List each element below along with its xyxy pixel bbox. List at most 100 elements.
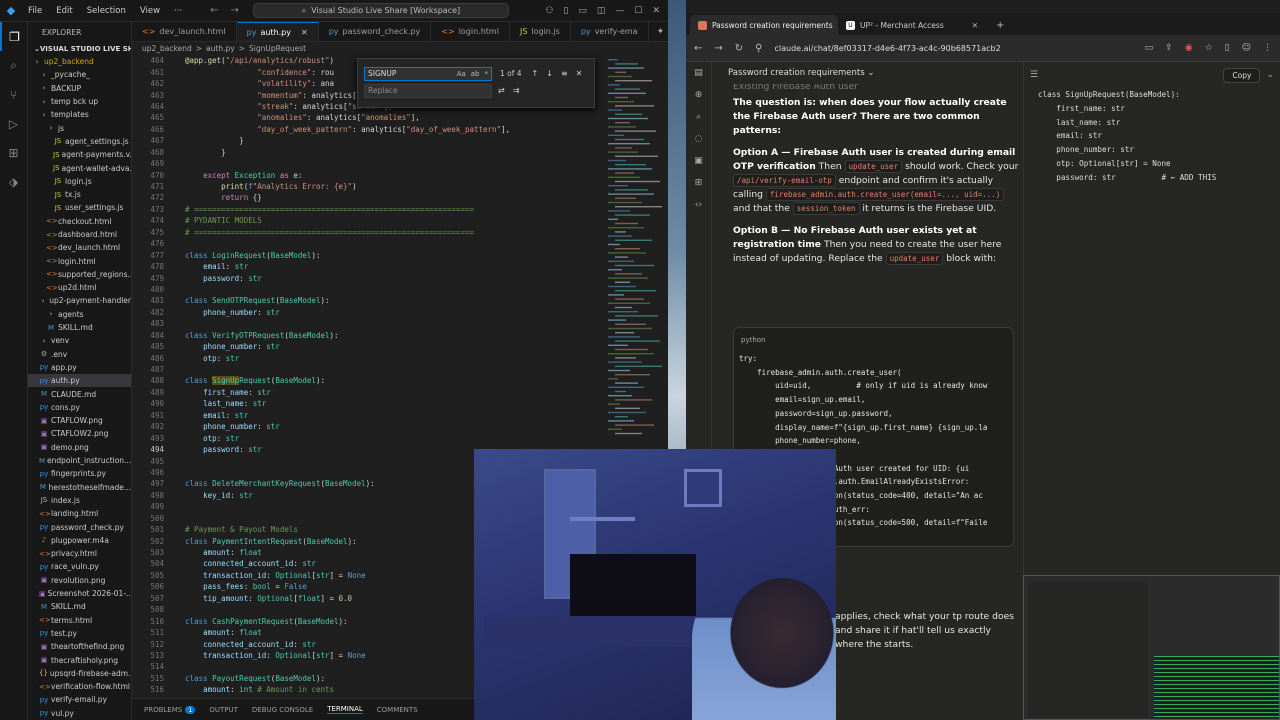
tree-item-py[interactable]: py race_vuln.py — [28, 560, 131, 573]
tree-item-folder[interactable]: › temp bck up — [28, 95, 131, 108]
tree-item-js[interactable]: JS tx.js — [28, 188, 131, 201]
tree-item-md[interactable]: M SKILL.md — [28, 321, 131, 334]
code-line[interactable]: 482 phone_number: str — [132, 307, 602, 318]
code-line[interactable]: 479 password: str — [132, 272, 602, 283]
close-icon[interactable]: ✕ — [652, 6, 660, 16]
tree-item-folder[interactable]: › BACKUP — [28, 82, 131, 95]
close-tab-icon[interactable]: ✕ — [301, 28, 308, 37]
search-chats-icon[interactable]: ⌕ — [686, 106, 711, 128]
forward-arrow-icon[interactable]: → — [231, 5, 239, 16]
tree-item-folder[interactable]: › venv — [28, 334, 131, 347]
code-line[interactable]: 483 — [132, 318, 602, 329]
extensions-icon[interactable]: ⊞ — [0, 138, 27, 167]
replace-input[interactable]: Replace — [364, 83, 492, 98]
tree-item-js[interactable]: JS user_settings.js — [28, 201, 131, 214]
tree-item-img[interactable]: ▣ CTAFLOW.png — [28, 414, 131, 427]
new-chat-icon[interactable]: ⊕ — [686, 84, 711, 106]
tree-item-html[interactable]: <> terms.html — [28, 613, 131, 626]
code-line[interactable]: 476 — [132, 238, 602, 249]
window-preview-thumbnail[interactable] — [1023, 575, 1280, 720]
code-line[interactable]: 465 "anomalies": analytics["anomalies"], — [132, 112, 602, 123]
code-line[interactable]: 488 class SignUpRequest(BaseModel): — [132, 375, 602, 386]
tree-item-py[interactable]: py password_check.py — [28, 520, 131, 533]
code-line[interactable]: 472 return {} — [132, 192, 602, 203]
maximize-icon[interactable]: ☐ — [634, 6, 642, 16]
code-line[interactable]: 478 email: str — [132, 261, 602, 272]
tree-item-html[interactable]: <> dashboard.html — [28, 228, 131, 241]
projects-icon[interactable]: ▣ — [686, 150, 711, 172]
layout-sidebar-icon[interactable]: ▯ — [563, 6, 568, 16]
tree-item-html[interactable]: <> up2d.html — [28, 281, 131, 294]
tree-item-html[interactable]: <> dev_launch.html — [28, 241, 131, 254]
code-line[interactable]: 469 — [132, 158, 602, 169]
code-line[interactable]: 486 otp: str — [132, 352, 602, 363]
find-in-selection-icon[interactable]: ≡ — [561, 69, 568, 78]
panel-tab[interactable]: PROBLEMS 1 — [144, 705, 196, 714]
tree-item-img[interactable]: ▣ CTAFLOW2.png — [28, 427, 131, 440]
run-debug-icon[interactable]: ▷ — [0, 109, 27, 138]
cast-icon[interactable]: ▭ — [1145, 43, 1154, 53]
menu-edit[interactable]: Edit — [50, 6, 78, 16]
code-line[interactable]: 470 except Exception as e: — [132, 169, 602, 180]
code-line[interactable]: 484 class VerifyOTPRequest(BaseModel): — [132, 330, 602, 341]
tree-item-js[interactable]: JS agent-wallet-adva... — [28, 161, 131, 174]
editor-tab[interactable]: <> dev_launch.html — [132, 22, 237, 41]
reload-icon[interactable]: ↻ — [735, 43, 743, 54]
tree-item-py[interactable]: py vul.py — [28, 707, 131, 720]
copilot-icon[interactable]: ⚇ — [545, 6, 553, 16]
code-line[interactable]: 493 otp: str — [132, 432, 602, 443]
tree-item-folder[interactable]: › up2-payment-handler — [28, 294, 131, 307]
share-icon[interactable]: ⇪ — [1165, 43, 1173, 53]
tree-item-py[interactable]: py cons.py — [28, 401, 131, 414]
previous-match-icon[interactable]: ↑ — [532, 69, 539, 78]
tree-item-img[interactable]: ▣ Screenshot 2026-01-... — [28, 587, 131, 600]
tree-item-html[interactable]: <> supported_regions... — [28, 268, 131, 281]
code-line[interactable]: 489 first_name: str — [132, 387, 602, 398]
replace-all-icon[interactable]: ⇉ — [513, 86, 520, 95]
editor-tab[interactable]: <> login.html — [431, 22, 510, 41]
code-line[interactable]: 491 email: str — [132, 410, 602, 421]
panel-tab[interactable]: OUTPUT — [209, 706, 238, 714]
tree-item-html[interactable]: <> checkout.html — [28, 215, 131, 228]
chat-title[interactable]: Password creation requirements ⌄ — [728, 68, 875, 78]
tree-item-env[interactable]: ⚙ .env — [28, 348, 131, 361]
tree-item-html[interactable]: <> login.html — [28, 254, 131, 267]
code-line[interactable]: 485 phone_number: str — [132, 341, 602, 352]
find-input[interactable]: SIGNUP Aa ab * — [364, 66, 492, 81]
code-line[interactable]: 487 — [132, 364, 602, 375]
tree-item-md[interactable]: Mherestotheselfmade... — [28, 481, 131, 494]
address-bar[interactable]: claude.ai/chat/8ef03317-d4e6-4f73-ac4c-9… — [775, 44, 1010, 53]
browser-tab-claude[interactable]: Password creation requirements✕ — [690, 15, 838, 35]
command-center-search[interactable]: ⌕ Visual Studio Live Share [Workspace] — [252, 3, 509, 18]
copy-button[interactable]: Copy — [1223, 67, 1261, 83]
site-info-icon[interactable]: ⚲ — [755, 43, 762, 54]
toggle-sidebar-icon[interactable]: ▤ — [686, 62, 711, 84]
close-find-icon[interactable]: ✕ — [576, 69, 583, 78]
tree-item-img[interactable]: ▣ demo.png — [28, 441, 131, 454]
panel-tab[interactable]: DEBUG CONSOLE — [252, 706, 313, 714]
copilot-chat-icon[interactable]: ✦ — [657, 27, 665, 37]
tree-item-folder[interactable]: › agents — [28, 308, 131, 321]
tree-item-md[interactable]: M SKILL.md — [28, 600, 131, 613]
chats-icon[interactable]: ◌ — [686, 128, 711, 150]
editor-tab[interactable]: JS login.js — [510, 22, 571, 41]
tree-item-folder[interactable]: › up2_backend — [28, 55, 131, 68]
tree-item-html[interactable]: <> verification-flow.html — [28, 680, 131, 693]
tree-item-folder[interactable]: › js — [28, 121, 131, 134]
tree-item-js[interactable]: JS agent_settings.js — [28, 135, 131, 148]
code-line[interactable]: 467 } — [132, 135, 602, 146]
tree-item-audio[interactable]: ♪ plugpower.m4a — [28, 534, 131, 547]
menu-file[interactable]: File — [22, 6, 48, 16]
tree-item-folder[interactable]: › _pycache_ — [28, 68, 131, 81]
back-arrow-icon[interactable]: ← — [210, 5, 218, 16]
profile-icon[interactable]: ☺ — [1242, 43, 1251, 53]
code-line[interactable]: 492 phone_number: str — [132, 421, 602, 432]
tree-item-js[interactable]: JS index.js — [28, 494, 131, 507]
browser-tab-merchant[interactable]: U UP² - Merchant Access ✕ — [838, 15, 986, 35]
panel-tab[interactable]: COMMENTS — [377, 706, 418, 714]
code-line[interactable]: 471 print(f"Analytics Error: {e}") — [132, 181, 602, 192]
tree-item-js[interactable]: JS login.js — [28, 175, 131, 188]
tree-item-json[interactable]: {} upsqrd-firebase-adm... — [28, 667, 131, 680]
explorer-icon[interactable]: ❐ — [0, 22, 27, 51]
tree-item-html[interactable]: <> landing.html — [28, 507, 131, 520]
